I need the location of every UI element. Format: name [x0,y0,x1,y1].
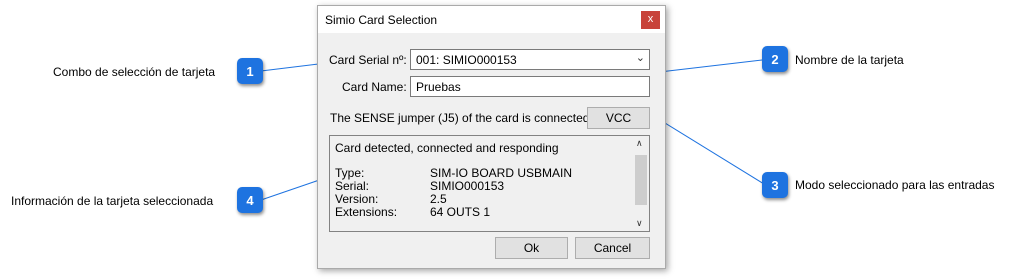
callout-2-text: Nombre de la tarjeta [795,53,904,67]
info-key-version: Version: [335,192,379,206]
card-serial-value: 001: SIMIO000153 [416,53,517,67]
card-serial-combo[interactable]: 001: SIMIO000153 ⌄ [410,49,650,70]
leader-line-2 [650,59,763,74]
sense-jumper-label: The SENSE jumper (J5) of the card is con… [330,111,607,125]
info-key-serial: Serial: [335,179,370,193]
leader-line-3 [651,114,765,185]
scroll-thumb[interactable] [635,155,647,205]
callout-4-badge: 4 [237,187,263,213]
callout-2-badge: 2 [762,46,788,72]
card-selection-dialog: Simio Card Selection x Card Serial nº: 0… [317,5,666,269]
card-name-value: Pruebas [416,80,461,94]
info-value-version: 2.5 [430,192,447,206]
dialog-title-bar[interactable]: Simio Card Selection x [318,6,665,33]
scroll-down-icon[interactable]: ∨ [636,218,643,229]
info-key-type: Type: [335,166,365,180]
card-status-text: Card detected, connected and responding [335,141,559,155]
callout-1-text: Combo de selección de tarjeta [53,65,216,79]
dialog-title: Simio Card Selection [325,13,438,27]
info-value-type: SIM-IO BOARD USBMAIN [430,166,573,180]
vcc-button[interactable]: VCC [587,107,650,129]
close-icon: x [647,13,654,25]
info-scrollbar[interactable]: ∧ ∨ [633,136,649,231]
close-button[interactable]: x [641,11,660,29]
chevron-down-icon[interactable]: ⌄ [636,51,645,64]
info-value-extensions: 64 OUTS 1 [430,205,491,219]
callout-4-text: Información de la tarjeta seleccionada [11,194,214,208]
card-info-box[interactable]: Card detected, connected and responding … [329,135,650,232]
callout-1-badge: 1 [237,58,263,84]
cancel-button[interactable]: Cancel [575,237,650,259]
callout-3-text: Modo seleccionado para las entradas [795,178,995,192]
callout-3-badge: 3 [762,172,788,198]
ok-button[interactable]: Ok [495,237,568,259]
info-key-extensions: Extensions: [335,205,398,219]
card-name-label: Card Name: [342,80,407,94]
scroll-up-icon[interactable]: ∧ [636,138,643,149]
card-name-input[interactable]: Pruebas [410,76,650,97]
card-serial-label: Card Serial nº: [329,53,407,67]
info-value-serial: SIMIO000153 [430,179,505,193]
